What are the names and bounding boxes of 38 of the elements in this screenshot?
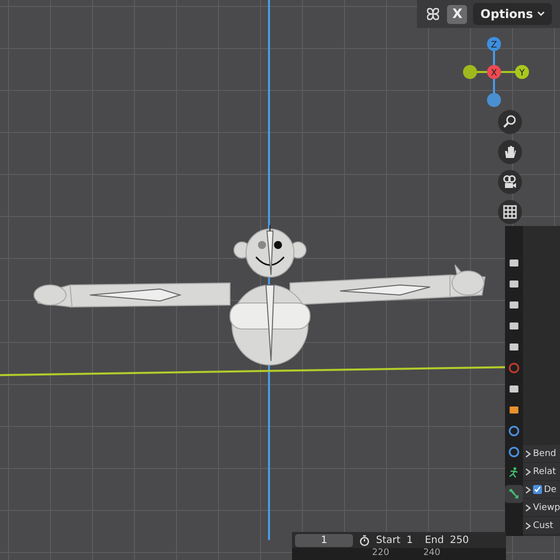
grid-icon xyxy=(502,204,518,220)
camera-button[interactable] xyxy=(498,170,522,194)
negative-z-axis-handle[interactable] xyxy=(487,93,501,107)
camera-icon xyxy=(502,174,518,190)
zoom-icon xyxy=(502,114,518,130)
current-frame-field[interactable]: 1 xyxy=(295,534,353,546)
overlays-icon[interactable] xyxy=(425,6,442,22)
axis-handle[interactable]: Y xyxy=(515,65,529,79)
frame-number: 220 xyxy=(372,548,390,560)
chevron-icon xyxy=(525,504,531,512)
panel-section-header[interactable]: De xyxy=(523,481,560,498)
chevron-icon xyxy=(525,522,531,530)
zoom-button[interactable] xyxy=(498,110,522,134)
end-frame-field[interactable]: 250 xyxy=(450,534,469,546)
xray-toggle[interactable]: X xyxy=(447,4,468,24)
axis-handle[interactable]: X xyxy=(487,65,501,79)
panel-section-header[interactable]: Viewp xyxy=(523,499,560,516)
frame-number: 240 xyxy=(423,548,440,560)
start-frame-field[interactable]: 1 xyxy=(406,534,413,546)
chevron-icon xyxy=(525,486,531,494)
hand-button[interactable] xyxy=(498,140,522,164)
chevron-icon xyxy=(525,450,531,458)
panel-section-header[interactable]: Bend xyxy=(523,445,560,462)
chevron-icon xyxy=(525,468,531,476)
start-label: Start xyxy=(376,534,400,546)
grid-button[interactable] xyxy=(498,200,522,224)
stopwatch-icon[interactable] xyxy=(359,534,370,546)
checkbox[interactable] xyxy=(533,485,542,494)
panel-section-header[interactable]: Cust xyxy=(523,517,560,534)
hand-icon xyxy=(502,144,518,160)
end-label: End xyxy=(424,534,444,546)
negative-y-axis-handle[interactable] xyxy=(463,65,477,79)
options-dropdown[interactable]: Options xyxy=(473,3,552,25)
properties-tab[interactable] xyxy=(505,485,523,503)
caret-icon xyxy=(537,11,545,17)
panel-section-header[interactable]: Relat xyxy=(523,463,560,480)
axis-handle[interactable]: Z xyxy=(487,37,501,51)
ring-icon xyxy=(507,445,521,459)
